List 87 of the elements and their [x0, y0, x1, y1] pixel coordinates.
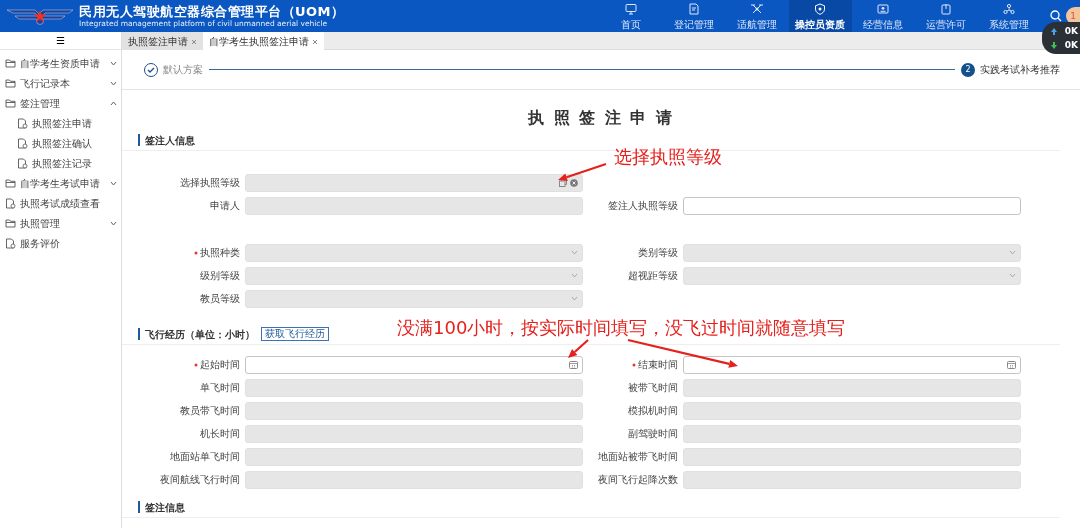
field-label: 模拟机时间 [628, 405, 678, 416]
sidebar-item[interactable]: 执照签注确认 [0, 133, 121, 153]
nav-tab[interactable]: 操控员资质 [788, 0, 852, 32]
nav-tab[interactable]: 适航管理 [725, 0, 789, 32]
sidebar-item[interactable]: 执照签注申请 [0, 113, 121, 133]
folder-icon [5, 97, 16, 109]
sidebar-item[interactable]: 服务评价 [0, 233, 121, 253]
field-label: 教员等级 [200, 293, 240, 304]
folder-icon [5, 57, 16, 69]
chevron-down-icon [1009, 273, 1016, 278]
field-label: 单飞时间 [200, 382, 240, 393]
field-label: 级别等级 [200, 270, 240, 281]
section-title: 签注信息 [145, 500, 185, 515]
field-label: 选择执照等级 [180, 177, 240, 188]
speed-value: 0K [1064, 39, 1078, 52]
chevron-down-icon [571, 273, 578, 278]
network-icon [1003, 3, 1015, 15]
annotation-text: 选择执照等级 [614, 146, 722, 168]
upload-arrow-icon [1050, 26, 1058, 36]
document-icon [17, 157, 28, 169]
chevron-down-icon [571, 250, 578, 255]
field-label: 被带飞时间 [628, 382, 678, 393]
field-label: 机长时间 [200, 428, 240, 439]
date-field[interactable] [683, 355, 1021, 374]
chevron-down-icon [1009, 250, 1016, 255]
nav-tab[interactable]: 首页 [599, 0, 663, 32]
field-label: 执照种类 [200, 247, 240, 258]
nav-tab[interactable]: 登记管理 [662, 0, 726, 32]
annotation-arrow [568, 339, 589, 358]
field-label: 超视距等级 [628, 270, 678, 281]
shield-icon [814, 3, 826, 15]
folder-icon [5, 177, 16, 189]
folder-icon [5, 77, 16, 89]
speed-value: 0K [1064, 25, 1078, 38]
document-icon [5, 197, 16, 209]
document-icon [17, 117, 28, 129]
clipboard-icon [940, 3, 952, 15]
field-label: 签注人执照等级 [608, 200, 678, 211]
section-title: 签注人信息 [145, 133, 195, 148]
sidebar-item[interactable]: 飞行记录本 [0, 73, 121, 93]
nav-tab[interactable]: 运营许可 [914, 0, 978, 32]
chevron-down-icon [571, 296, 578, 301]
field-label: 地面站被带飞时间 [598, 451, 678, 462]
field-label: 申请人 [210, 200, 240, 211]
document-icon [17, 137, 28, 149]
clear-icon [570, 178, 578, 187]
sidebar-item[interactable]: 执照考试成绩查看 [0, 193, 121, 213]
sidebar-item[interactable]: 自学考生资质申请 [0, 53, 121, 73]
step-number: 2 [961, 62, 975, 77]
tab[interactable]: 自学考生执照签注申请 [203, 32, 324, 50]
fetch-button[interactable]: 获取飞行经历 [261, 327, 329, 341]
form-title: 执 照 签 注 申 请 [526, 107, 675, 129]
calendar-icon [1007, 360, 1016, 369]
step-label: 默认方案 [163, 63, 203, 77]
field-label: 副驾驶时间 [628, 428, 678, 439]
field-label: 结束时间 [638, 359, 678, 370]
nav-tab[interactable]: 经营信息 [851, 0, 915, 32]
field-label: 类别等级 [638, 247, 678, 258]
field-label: 夜间飞行起降次数 [598, 474, 678, 485]
folder-icon [5, 217, 16, 229]
close-icon [312, 38, 318, 45]
sidebar-item[interactable]: 执照管理 [0, 213, 121, 233]
field-label: 地面站单飞时间 [170, 451, 240, 462]
sidebar-item[interactable]: 自学考生考试申请 [0, 173, 121, 193]
field-label: 夜间航线飞行时间 [160, 474, 240, 485]
search-icon [1049, 10, 1062, 22]
app-title: 民用无人驾驶航空器综合管理平台（UOM） [79, 4, 345, 19]
annotation-text: 没满100小时，按实际时间填写，没飞过时间就随意填写 [397, 317, 846, 339]
document-icon [688, 3, 700, 15]
sidebar-item[interactable]: 执照签注记录 [0, 153, 121, 173]
input-field[interactable] [683, 196, 1021, 215]
id-card-icon [877, 3, 889, 15]
field-label: 起始时间 [200, 359, 240, 370]
calendar-icon [569, 360, 578, 369]
download-arrow-icon [1050, 40, 1058, 50]
drone-icon [751, 3, 763, 15]
close-icon [191, 38, 197, 45]
sidebar-item[interactable]: 签注管理 [0, 93, 121, 113]
nav-tab[interactable]: 系统管理 [977, 0, 1041, 32]
document-icon [5, 237, 16, 249]
section-title: 飞行经历（单位：小时） [145, 327, 255, 342]
annotation-arrow [558, 162, 607, 181]
tab[interactable]: 执照签注申请 [122, 32, 203, 50]
monitor-icon [625, 3, 637, 15]
step-label: 实践考试补考推荐 [980, 63, 1060, 77]
date-field[interactable] [245, 355, 583, 374]
field-label: 教员带飞时间 [180, 405, 240, 416]
